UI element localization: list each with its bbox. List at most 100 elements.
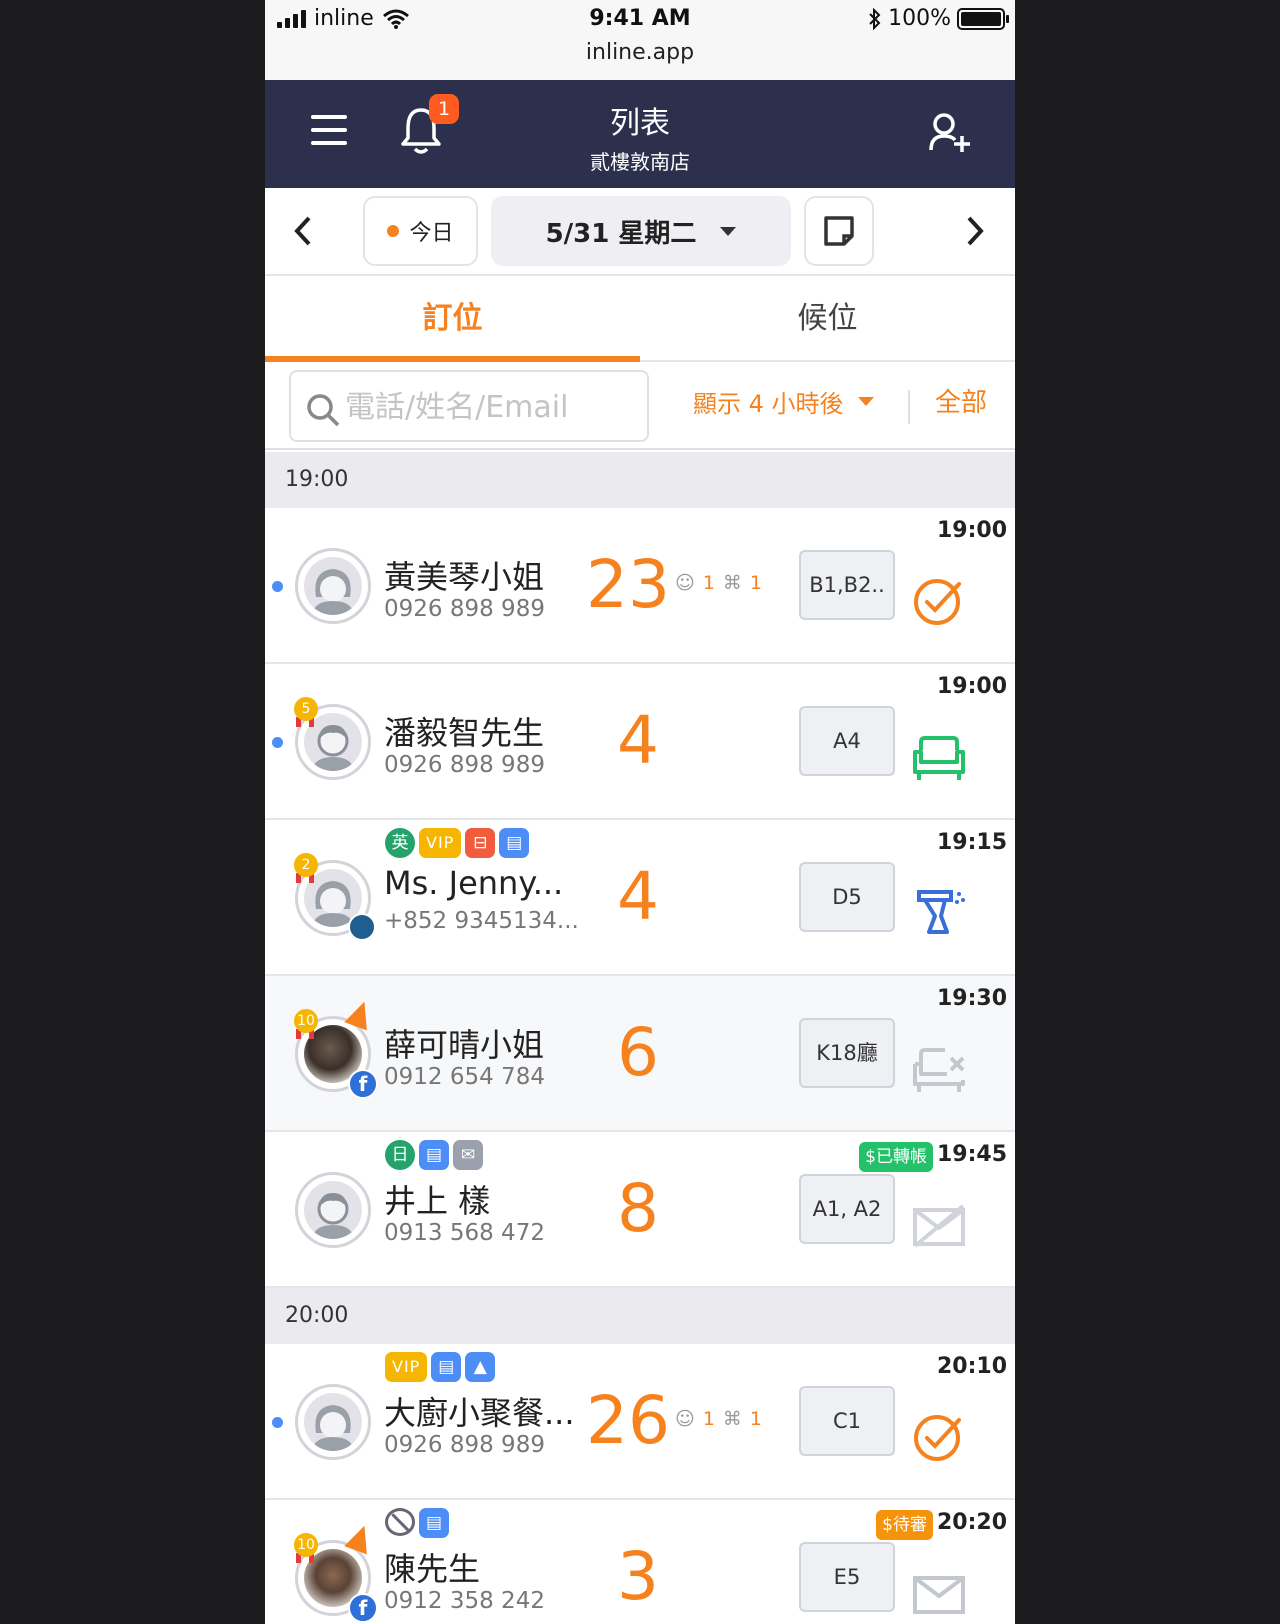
female-avatar-icon [304, 1393, 362, 1451]
divider [908, 390, 910, 424]
all-filter-button[interactable]: 全部 [935, 382, 987, 419]
table-assignment[interactable]: B1,B2.. [799, 550, 895, 620]
party-size: 6 [617, 1014, 659, 1091]
date-bar: 今日 5/31 星期二 [265, 188, 1015, 276]
guest-phone: 0912 358 242 [384, 1588, 545, 1614]
note-icon: ▤ [419, 1140, 449, 1170]
avatar [295, 1172, 371, 1248]
language-tag: 日 [385, 1140, 415, 1170]
no-show-sofa-icon[interactable] [911, 1040, 967, 1096]
guest-name: 大廚小聚餐... [384, 1394, 575, 1432]
female-avatar-icon [304, 557, 362, 615]
add-user-icon[interactable] [928, 110, 972, 154]
mail-icon[interactable] [911, 1564, 967, 1620]
avatar: 10 f [294, 1521, 378, 1623]
tab-waitlist[interactable]: 候位 [640, 276, 1015, 362]
page-title: 列表 [610, 106, 670, 141]
check-circle-icon[interactable] [911, 572, 967, 628]
bluetooth-icon [869, 7, 881, 30]
male-avatar-icon [304, 1181, 362, 1239]
search-row: 顯示 4 小時後 全部 [265, 362, 1015, 450]
booking-source-icon [348, 913, 376, 941]
ticket-icon: ⊟ [465, 828, 496, 858]
new-indicator-dot [272, 1417, 283, 1428]
reservation-time: 20:10 [936, 1354, 1007, 1379]
today-button[interactable]: 今日 [363, 196, 478, 266]
avatar: 5 [294, 697, 371, 780]
battery-info: 100% [868, 6, 1009, 31]
highchair-icon: ⌘ [722, 572, 742, 594]
date-picker[interactable]: 5/31 星期二 [491, 196, 791, 266]
table-assignment[interactable]: A4 [799, 706, 895, 776]
guest-name: 潘毅智先生 [384, 714, 545, 752]
child-info: ☺ 1 ⌘ 1 [675, 1408, 762, 1430]
reservation-row[interactable]: ▤ 10 f 陳先生 0912 358 242 3 E5 $待審 20:20 [265, 1500, 1015, 1624]
note-icon [824, 216, 854, 246]
highchair-count: 1 [749, 1408, 762, 1430]
today-dot [387, 225, 400, 237]
seated-sofa-icon[interactable] [911, 728, 967, 784]
language-tag: 英 [385, 828, 415, 858]
reservation-time: 20:20 [936, 1510, 1007, 1535]
reservation-row[interactable]: 10 f 薛可晴小姐 0912 654 784 6 K18廳 19:30 [265, 976, 1015, 1132]
reservation-row[interactable]: 日 ▤ ✉ 井上 樣 0913 568 472 8 A1, A2 $已轉帳 19… [265, 1132, 1015, 1288]
nav-header: 1 列表 貳樓敦南店 [265, 80, 1015, 188]
table-assignment[interactable]: D5 [799, 862, 895, 932]
avatar [295, 548, 371, 624]
reservation-row[interactable]: 5 潘毅智先生 0926 898 989 4 A4 19:00 [265, 664, 1015, 820]
table-assignment[interactable]: E5 [799, 1542, 895, 1612]
guest-phone: +852 9345134... [384, 908, 579, 934]
vip-tag: VIP [385, 1352, 428, 1382]
party-size: 8 [617, 1170, 659, 1247]
highchair-count: 1 [749, 572, 762, 594]
avatar [295, 1384, 371, 1460]
new-indicator-dot [272, 737, 283, 748]
mail-icon: ✉ [453, 1140, 483, 1170]
table-assignment[interactable]: K18廳 [799, 1018, 895, 1088]
search-box [289, 370, 649, 442]
search-icon [307, 394, 340, 427]
reservation-row[interactable]: 黃美琴小姐 0926 898 989 23 ☺ 1 ⌘ 1 B1,B2.. 19:00 [265, 508, 1015, 664]
today-label: 今日 [409, 221, 454, 246]
table-assignment[interactable]: A1, A2 [799, 1174, 895, 1244]
child-icon: ☺ [675, 1408, 695, 1430]
reservation-row[interactable]: VIP ▤ ▲ 大廚小聚餐... 0926 898 989 26 ☺ 1 ⌘ 1 C1… [265, 1344, 1015, 1500]
tab-reservations[interactable]: 訂位 [265, 276, 640, 362]
cleaning-spray-icon[interactable] [911, 884, 967, 940]
guest-phone: 0926 898 989 [384, 1432, 545, 1458]
guest-name: Ms. Jenny... [384, 864, 564, 902]
level-badge: 2 [294, 853, 318, 877]
unsent-mail-icon[interactable] [911, 1196, 967, 1252]
table-assignment[interactable]: C1 [799, 1386, 895, 1456]
store-name: 貳樓敦南店 [590, 150, 690, 174]
caret-down-icon [720, 226, 737, 236]
time-filter-dropdown[interactable]: 顯示 4 小時後 [693, 384, 874, 419]
guest-phone: 0926 898 989 [384, 596, 545, 622]
tag-row: ▤ [385, 1508, 449, 1538]
tag-row: VIP ▤ ▲ [385, 1352, 496, 1382]
chevron-left-icon[interactable] [291, 214, 315, 248]
note-button[interactable] [804, 196, 874, 266]
level-badge: 10 [294, 1009, 318, 1033]
facebook-icon: f [348, 1593, 378, 1623]
guest-phone: 0926 898 989 [384, 752, 545, 778]
battery-icon [957, 7, 1009, 30]
note-icon: ▤ [419, 1508, 449, 1538]
section-header: 20:00 [265, 1288, 1015, 1344]
reservation-row[interactable]: 英 VIP ⊟ ▤ 2 Ms. Jenny... +852 9345134...… [265, 820, 1015, 976]
tab-bar: 訂位 候位 [265, 276, 1015, 362]
chevron-right-icon[interactable] [963, 214, 987, 248]
avatar: 10 f [294, 997, 378, 1099]
reservation-time: 19:00 [936, 518, 1007, 543]
phone-screen: inline 9:41 AM inline.app 100% 1 列表 貳樓敦南… [265, 0, 1015, 1624]
tag-row: 日 ▤ ✉ [385, 1140, 483, 1170]
note-icon: ▤ [499, 828, 530, 858]
check-circle-icon[interactable] [911, 1408, 967, 1464]
party-size: 26 [586, 1382, 670, 1459]
note-icon: ▤ [431, 1352, 462, 1382]
search-input[interactable] [345, 386, 641, 428]
child-info: ☺ 1 ⌘ 1 [675, 572, 762, 594]
birthday-hat-icon [344, 997, 376, 1031]
reservation-time: 19:30 [936, 986, 1007, 1011]
guest-phone: 0912 654 784 [384, 1064, 545, 1090]
